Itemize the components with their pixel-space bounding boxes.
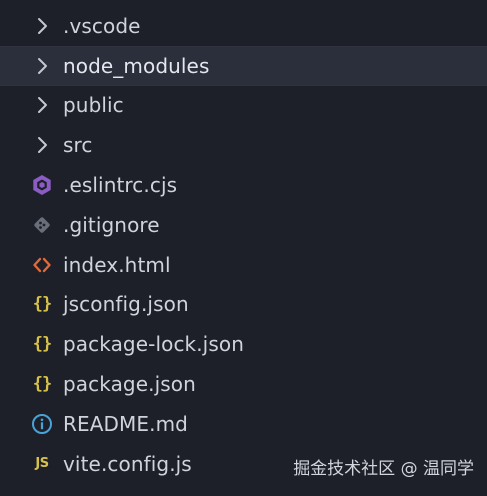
tree-item-readme[interactable]: README.md [0,404,487,444]
tree-item-label: public [63,93,124,118]
tree-item-label: src [63,133,93,158]
tree-item-index-html[interactable]: index.html [0,245,487,285]
javascript-icon: JS [35,456,49,472]
tree-item-vscode[interactable]: .vscode [0,6,487,46]
tree-item-gitignore[interactable]: .gitignore [0,205,487,245]
chevron-right-icon[interactable] [30,54,54,78]
tree-item-node-modules[interactable]: node_modules [0,45,487,86]
html-icon [30,253,54,277]
tree-item-public[interactable]: public [0,86,487,126]
chevron-right-icon[interactable] [30,93,54,117]
tree-item-label: README.md [63,411,188,436]
eslint-icon [30,173,54,197]
tree-item-package-lock[interactable]: {} package-lock.json [0,324,487,364]
json-icon: {} [32,334,52,355]
json-icon: {} [32,374,52,395]
watermark: 掘金技术社区 @ 温同学 [293,459,474,479]
tree-item-label: index.html [63,252,171,277]
tree-item-label: .gitignore [63,212,160,237]
file-explorer-tree: .vscode node_modules public src .eslintr… [0,6,487,484]
tree-item-jsconfig[interactable]: {} jsconfig.json [0,285,487,325]
chevron-right-icon[interactable] [30,14,54,38]
tree-item-label: package-lock.json [63,332,244,357]
tree-item-label: jsconfig.json [63,292,189,317]
chevron-right-icon[interactable] [30,133,54,157]
json-icon: {} [32,294,52,315]
tree-item-label: node_modules [63,53,210,78]
git-icon [30,213,54,237]
tree-item-src[interactable]: src [0,125,487,165]
tree-item-label: vite.config.js [63,451,192,476]
tree-item-eslintrc[interactable]: .eslintrc.cjs [0,165,487,205]
tree-item-package-json[interactable]: {} package.json [0,364,487,404]
info-icon [30,412,54,436]
tree-item-label: package.json [63,372,196,397]
tree-item-label: .eslintrc.cjs [63,173,178,198]
tree-item-label: .vscode [63,13,141,38]
